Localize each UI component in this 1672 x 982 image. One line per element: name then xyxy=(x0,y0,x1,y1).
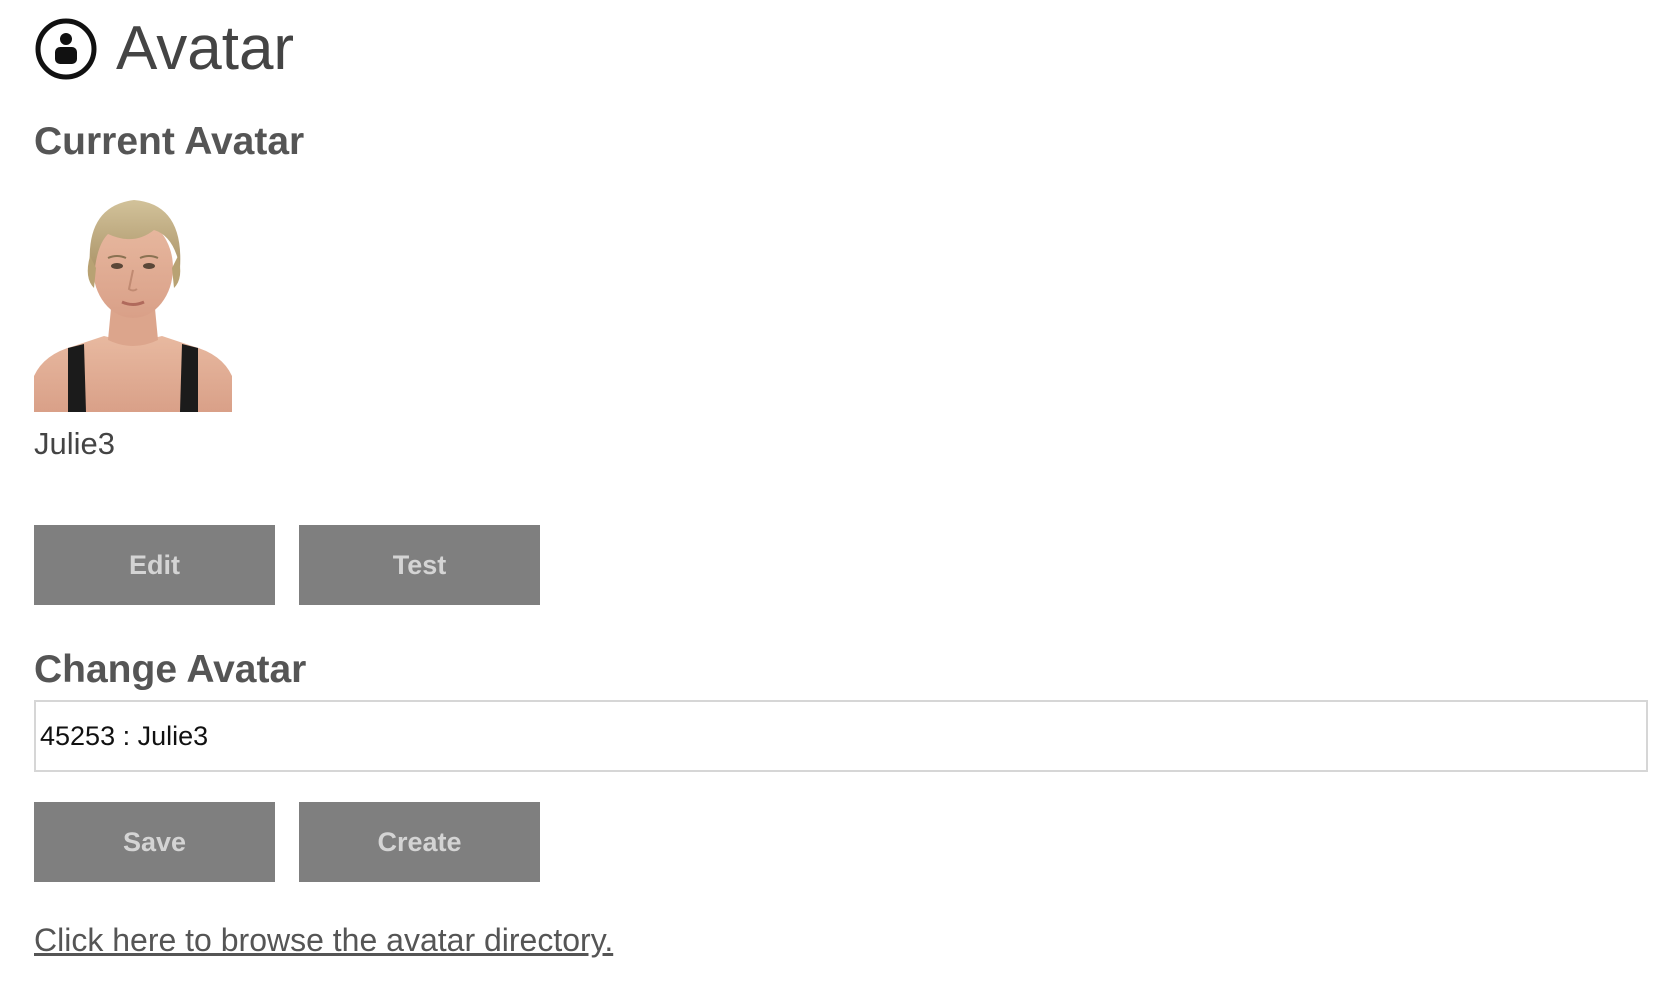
current-avatar-name: Julie3 xyxy=(34,426,115,461)
browse-avatar-directory-link[interactable]: Click here to browse the avatar director… xyxy=(34,922,613,959)
save-button[interactable]: Save xyxy=(34,802,275,882)
change-avatar-heading: Change Avatar xyxy=(34,648,307,691)
edit-button[interactable]: Edit xyxy=(34,525,275,605)
avatar-select[interactable]: 45253 : Julie3 xyxy=(34,700,1648,772)
page-header: Avatar xyxy=(34,14,294,84)
avatar-select-value: 45253 : Julie3 xyxy=(40,720,209,751)
avatar-circle-icon xyxy=(34,17,98,81)
test-button[interactable]: Test xyxy=(299,525,540,605)
create-button[interactable]: Create xyxy=(299,802,540,882)
page-title: Avatar xyxy=(116,14,295,83)
current-avatar-heading: Current Avatar xyxy=(34,120,305,163)
avatar-portrait-image xyxy=(34,186,232,412)
